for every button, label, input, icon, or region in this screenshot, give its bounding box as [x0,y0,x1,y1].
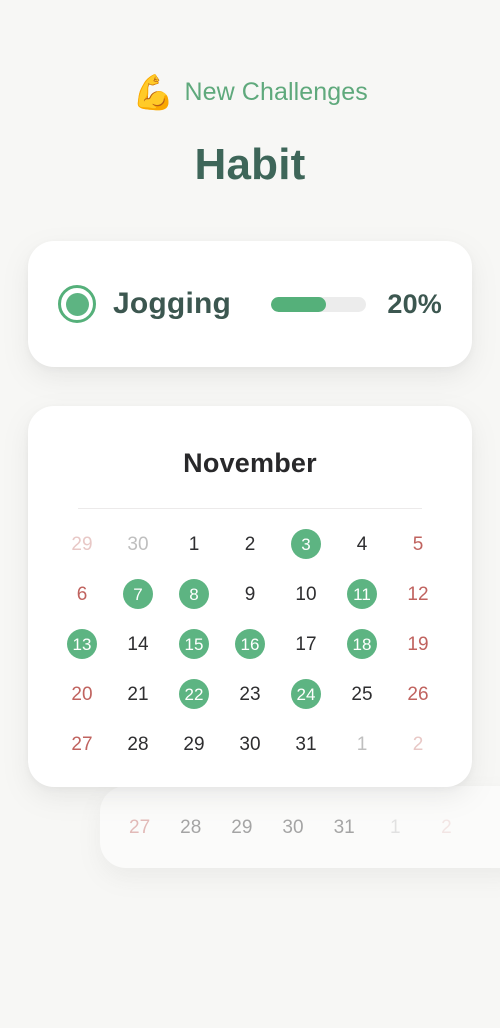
calendar-day[interactable]: 31 [295,735,316,754]
calendar-day[interactable]: 10 [295,585,316,604]
page-header: 💪 New Challenges Habit [0,0,500,190]
calendar-day[interactable]: 30 [127,535,148,554]
calendar-day[interactable]: 21 [127,685,148,704]
calendar-day[interactable]: 25 [351,685,372,704]
radio-dot [65,292,89,316]
calendar-day[interactable]: 1 [189,535,200,554]
ghost-calendar-day: 2 [441,816,452,838]
calendar-day-marked[interactable]: 22 [179,679,209,709]
calendar-day-marked[interactable]: 15 [179,629,209,659]
habit-identity: Jogging [58,285,231,323]
calendar-day[interactable]: 19 [407,635,428,654]
calendar-day-marked[interactable]: 13 [67,629,97,659]
calendar-day[interactable]: 27 [71,735,92,754]
calendar-day-marked[interactable]: 16 [235,629,265,659]
habit-name-label: Jogging [113,287,232,320]
ghost-calendar-day: 31 [333,816,355,838]
calendar-day[interactable]: 1 [357,735,368,754]
calendar-day[interactable]: 2 [245,535,256,554]
calendar-day-marked[interactable]: 11 [347,579,377,609]
ghost-calendar-day: 27 [129,816,151,838]
page-title: Habit [194,140,306,189]
calendar-divider [78,508,422,509]
ghost-calendar-day: 30 [282,816,304,838]
calendar-day[interactable]: 30 [239,735,260,754]
calendar-day[interactable]: 5 [413,535,424,554]
calendar-day-marked[interactable]: 7 [123,579,153,609]
calendar-day[interactable]: 9 [245,585,256,604]
calendar-day[interactable]: 4 [357,535,368,554]
ghost-calendar-day: 1 [389,816,401,838]
habit-progress: 20% [271,289,442,320]
calendar-day-marked[interactable]: 8 [179,579,209,609]
calendar-card-behind: 27 28 29 30 31 1 2 [100,786,500,868]
calendar-day[interactable]: 14 [127,635,148,654]
progress-bar [271,296,367,312]
eyebrow-label: New Challenges [184,77,368,106]
calendar-month-title: November [183,448,317,478]
calendar-day[interactable]: 6 [77,585,88,604]
calendar-day[interactable]: 26 [407,685,428,704]
radio-selected-icon[interactable] [58,285,96,323]
calendar-day[interactable]: 20 [71,685,92,704]
calendar-day[interactable]: 28 [127,735,148,754]
calendar-day[interactable]: 12 [407,585,428,604]
ghost-calendar-day: 28 [180,816,202,838]
ghost-week-row: 27 28 29 30 31 1 2 [100,786,472,868]
calendar-day[interactable]: 17 [295,635,316,654]
calendar-day-grid: 29 30 1 2 3 4 5 6 7 8 9 10 11 12 13 14 15 16 17 18 19 20 21 22 2… [54,519,446,769]
calendar-day-marked[interactable]: 3 [291,529,321,559]
eyebrow: 💪 New Challenges [0,70,500,114]
progress-percent-label: 20% [387,288,442,319]
calendar-day[interactable]: 2 [413,735,424,754]
progress-bar-fill [271,296,326,312]
calendar-day[interactable]: 29 [183,735,204,754]
calendar-day-marked[interactable]: 18 [347,629,377,659]
flexed-biceps-icon: 💪 [132,73,175,113]
calendar-day[interactable]: 23 [239,685,260,704]
calendar-day-marked[interactable]: 24 [291,679,321,709]
calendar-card[interactable]: November 29 30 1 2 3 4 5 6 7 8 9 10 11 12 13 14 15 16 17 18… [28,406,472,787]
calendar-day[interactable]: 29 [71,535,92,554]
ghost-calendar-day: 29 [231,816,253,838]
habit-card[interactable]: Jogging 20% [28,241,472,367]
